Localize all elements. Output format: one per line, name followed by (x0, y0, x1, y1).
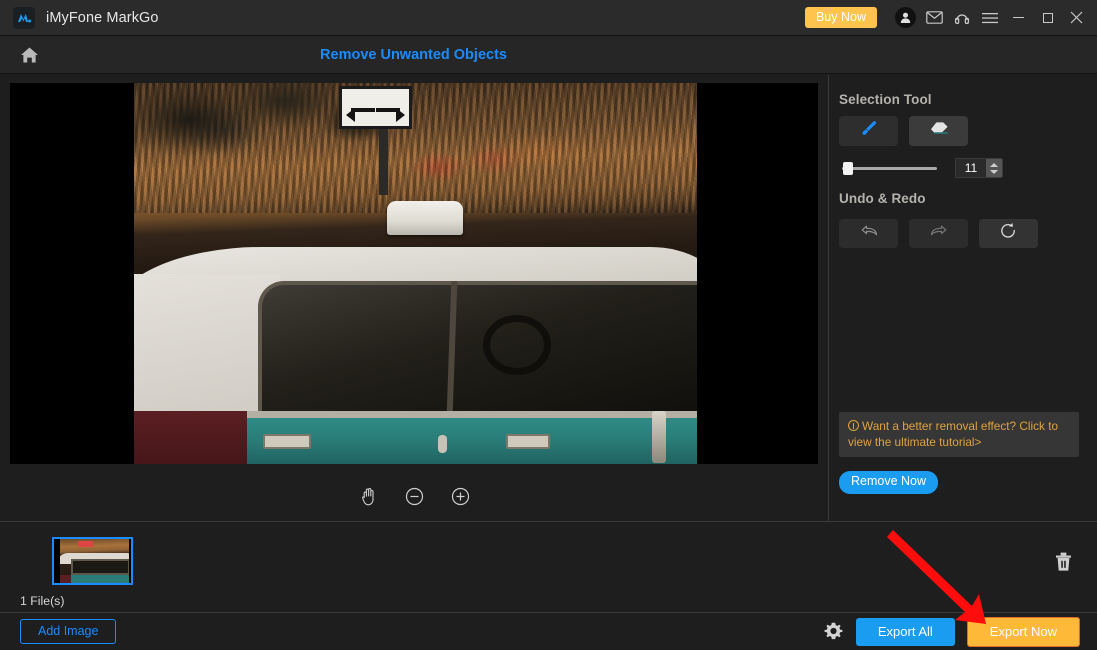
title-bar: iMyFone MarkGo Buy Now (0, 0, 1097, 36)
tutorial-tip-text: Want a better removal effect? Click to v… (848, 419, 1059, 449)
titlebar-actions: Buy Now (804, 0, 1097, 36)
tools-side-panel: Selection Tool 11 Undo & Redo Want a bet… (830, 75, 1097, 521)
brush-icon (859, 119, 879, 144)
stepper-up-icon[interactable] (990, 162, 998, 167)
home-icon[interactable] (10, 36, 48, 74)
close-button[interactable] (1062, 0, 1091, 36)
zoom-out-icon[interactable] (402, 483, 428, 509)
brush-size-slider[interactable] (842, 161, 937, 175)
editing-photo[interactable] (134, 83, 697, 464)
brush-size-control: 11 (842, 158, 1003, 178)
filmstrip-bar: 1 File(s) (0, 521, 1097, 612)
undo-arrow-icon (858, 223, 880, 244)
page-title: Remove Unwanted Objects (320, 47, 507, 63)
thumbnail-preview (60, 539, 129, 583)
stepper-down-icon[interactable] (990, 169, 998, 174)
brush-tool-button[interactable] (839, 116, 898, 146)
undo-redo-heading: Undo & Redo (839, 191, 926, 206)
image-canvas[interactable] (10, 83, 818, 464)
file-count-label: 1 File(s) (20, 594, 65, 608)
stepper-arrows[interactable] (986, 159, 1002, 177)
mail-icon[interactable] (920, 0, 948, 36)
reset-button[interactable] (979, 219, 1038, 248)
add-image-button[interactable]: Add Image (20, 618, 117, 645)
tutorial-tip-row: Want a better removal effect? Click to v… (848, 418, 1071, 450)
maximize-button[interactable] (1033, 0, 1062, 36)
export-actions: Export All Export Now (824, 616, 1080, 647)
app-title: iMyFone MarkGo (46, 9, 159, 26)
undo-redo-buttons (839, 219, 1038, 248)
undo-button[interactable] (839, 219, 898, 248)
user-avatar-icon[interactable] (890, 0, 920, 36)
canvas-zoom-controls (0, 473, 829, 519)
export-all-button[interactable]: Export All (855, 617, 955, 646)
brush-size-value: 11 (964, 161, 978, 175)
selection-tool-buttons (839, 116, 968, 146)
hamburger-menu-icon[interactable] (976, 0, 1004, 36)
app-window: iMyFone MarkGo Buy Now Remove Unwanted O… (0, 0, 1097, 650)
eraser-tool-button[interactable] (909, 116, 968, 146)
eraser-icon (928, 120, 950, 143)
road-sign-graphic (339, 86, 413, 129)
hand-pan-icon[interactable] (356, 483, 382, 509)
reset-refresh-icon (999, 222, 1018, 246)
export-now-button[interactable]: Export Now (966, 616, 1080, 647)
minimize-button[interactable] (1004, 0, 1033, 36)
tutorial-tip-banner[interactable]: Want a better removal effect? Click to v… (839, 412, 1079, 457)
redo-button[interactable] (909, 219, 968, 248)
buy-now-button[interactable]: Buy Now (804, 6, 877, 29)
brush-size-stepper[interactable]: 11 (955, 158, 1003, 178)
sub-header: Remove Unwanted Objects (0, 36, 1097, 74)
gear-icon[interactable] (824, 622, 844, 642)
markgo-logo-icon (13, 6, 35, 29)
remove-now-button[interactable]: Remove Now (839, 471, 939, 494)
slider-thumb[interactable] (842, 161, 853, 175)
bottom-action-bar: Add Image Export All Export Now (0, 612, 1097, 650)
editor-canvas-area (0, 75, 829, 521)
headset-support-icon[interactable] (948, 0, 976, 36)
image-thumbnail[interactable] (52, 537, 133, 585)
selection-tool-heading: Selection Tool (839, 92, 932, 107)
redo-arrow-icon (928, 223, 950, 244)
trash-icon[interactable] (1049, 546, 1077, 576)
warning-circle-icon (848, 420, 859, 431)
zoom-in-icon[interactable] (448, 483, 474, 509)
